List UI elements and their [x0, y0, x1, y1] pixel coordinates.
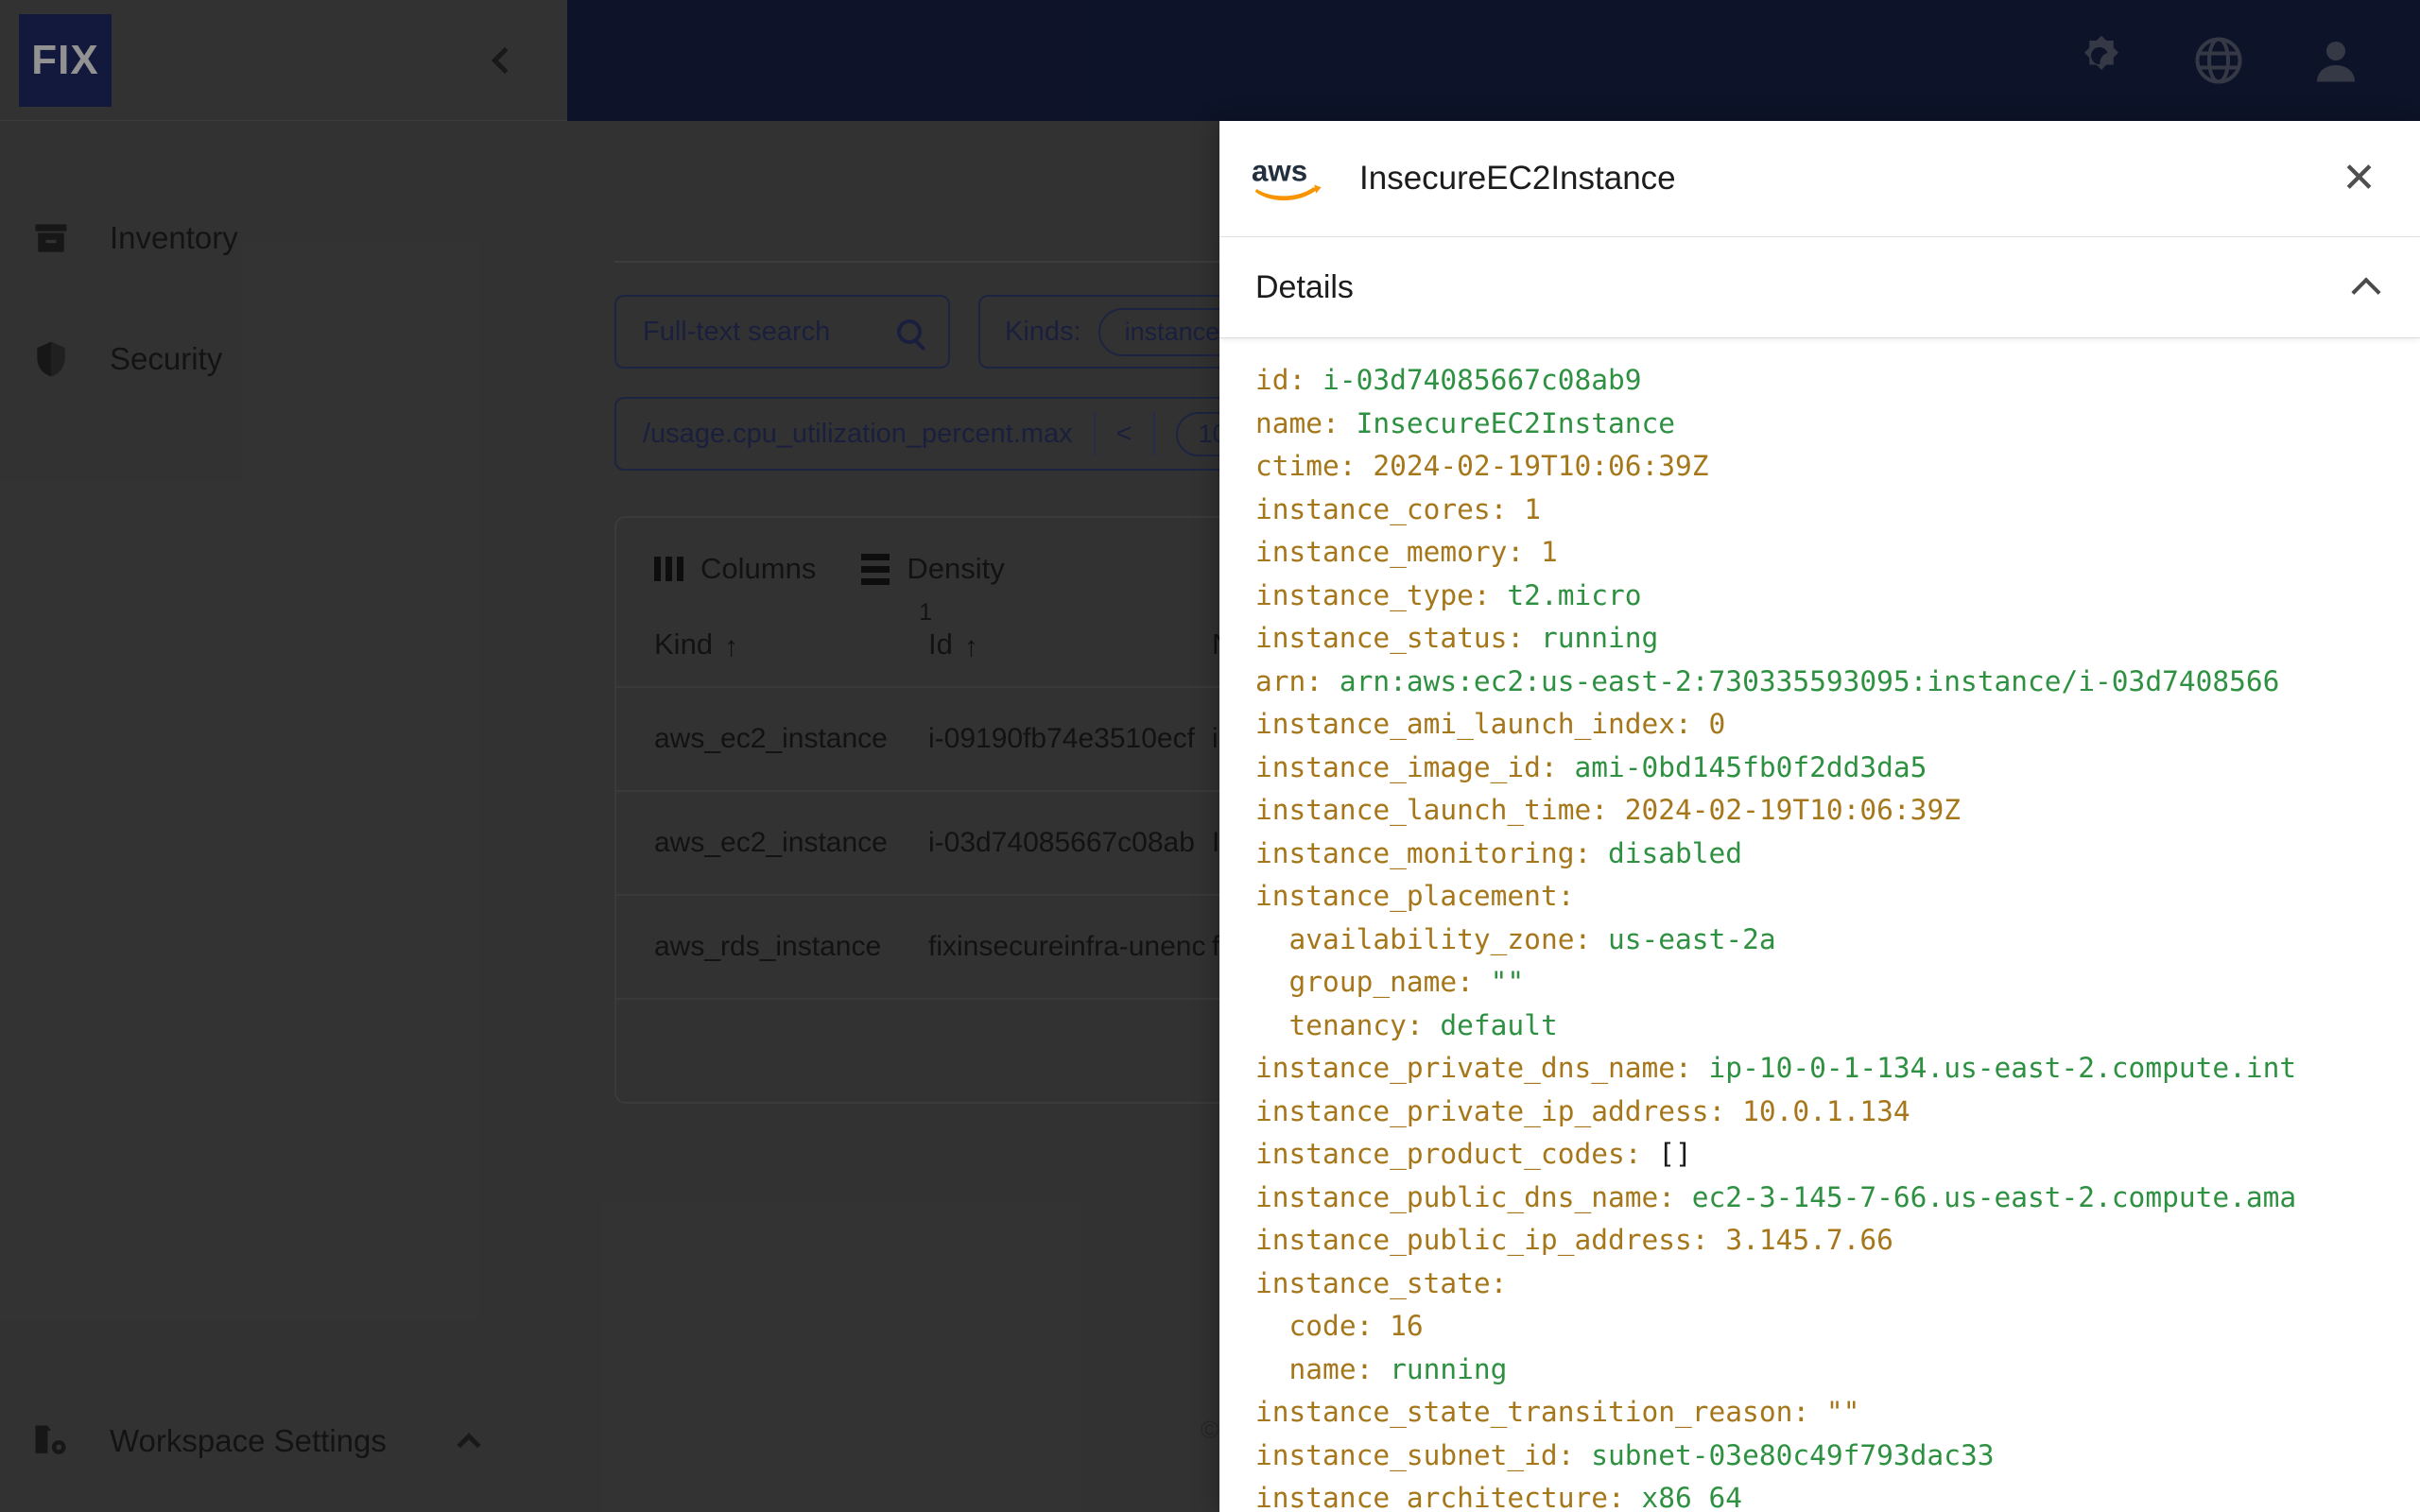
app-root: FIX Inventory Security Workspace Setting… — [0, 0, 2420, 1512]
yaml-line: instance_private_dns_name: ip-10-0-1-134… — [1255, 1052, 2297, 1084]
yaml-line: instance_status: running — [1255, 622, 1659, 654]
chevron-up-icon[interactable] — [2351, 277, 2381, 307]
yaml-line: instance_product_codes: [] — [1255, 1138, 1692, 1170]
yaml-line: instance_type: t2.micro — [1255, 578, 1642, 611]
yaml-line: instance_public_ip_address: 3.145.7.66 — [1255, 1224, 1893, 1256]
yaml-line: instance_launch_time: 2024-02-19T10:06:3… — [1255, 794, 1961, 826]
yaml-line: instance_memory: 1 — [1255, 536, 1558, 568]
panel-title: InsecureEC2Instance — [1359, 160, 1676, 197]
yaml-line: instance_cores: 1 — [1255, 492, 1541, 525]
resource-yaml-view: id: i-03d74085667c08ab9 name: InsecureEC2… — [1219, 338, 2420, 1512]
details-section-header[interactable]: Details — [1219, 237, 2420, 338]
yaml-line: arn: arn:aws:ec2:us-east-2:730335593095:… — [1255, 664, 2280, 697]
yaml-line: id: i-03d74085667c08ab9 — [1255, 364, 1642, 396]
yaml-line: availability_zone: us-east-2a — [1288, 922, 1776, 955]
close-icon[interactable]: ✕ — [2342, 158, 2377, 199]
yaml-line: ctime: 2024-02-19T10:06:39Z — [1255, 450, 1709, 482]
svg-text:aws: aws — [1252, 155, 1307, 188]
yaml-line: instance_placement: — [1255, 880, 1575, 912]
yaml-line: name: InsecureEC2Instance — [1255, 406, 1676, 439]
aws-logo: aws — [1252, 149, 1339, 208]
yaml-line: name: running — [1288, 1352, 1508, 1385]
yaml-line: instance_state: — [1255, 1266, 1508, 1299]
yaml-line: instance_ami_launch_index: 0 — [1255, 708, 1726, 740]
resource-detail-panel: aws InsecureEC2Instance ✕ Details id: i-… — [1219, 121, 2420, 1512]
yaml-line: instance_state_transition_reason: "" — [1255, 1396, 1860, 1428]
yaml-line: instance_public_dns_name: ec2-3-145-7-66… — [1255, 1180, 2297, 1213]
yaml-line: instance_subnet_id: subnet-03e80c49f793d… — [1255, 1438, 1995, 1471]
yaml-line: instance_private_ip_address: 10.0.1.134 — [1255, 1094, 1910, 1127]
panel-header: aws InsecureEC2Instance ✕ — [1219, 121, 2420, 237]
yaml-line: instance_image_id: ami-0bd145fb0f2dd3da5 — [1255, 750, 1927, 783]
yaml-line: tenancy: default — [1288, 1008, 1558, 1041]
yaml-line: instance_monitoring: disabled — [1255, 836, 1743, 869]
yaml-line: group_name: "" — [1288, 966, 1525, 998]
yaml-line: code: 16 — [1288, 1310, 1424, 1342]
yaml-line: instance_architecture: x86_64 — [1255, 1482, 1743, 1512]
section-title: Details — [1255, 268, 1354, 305]
